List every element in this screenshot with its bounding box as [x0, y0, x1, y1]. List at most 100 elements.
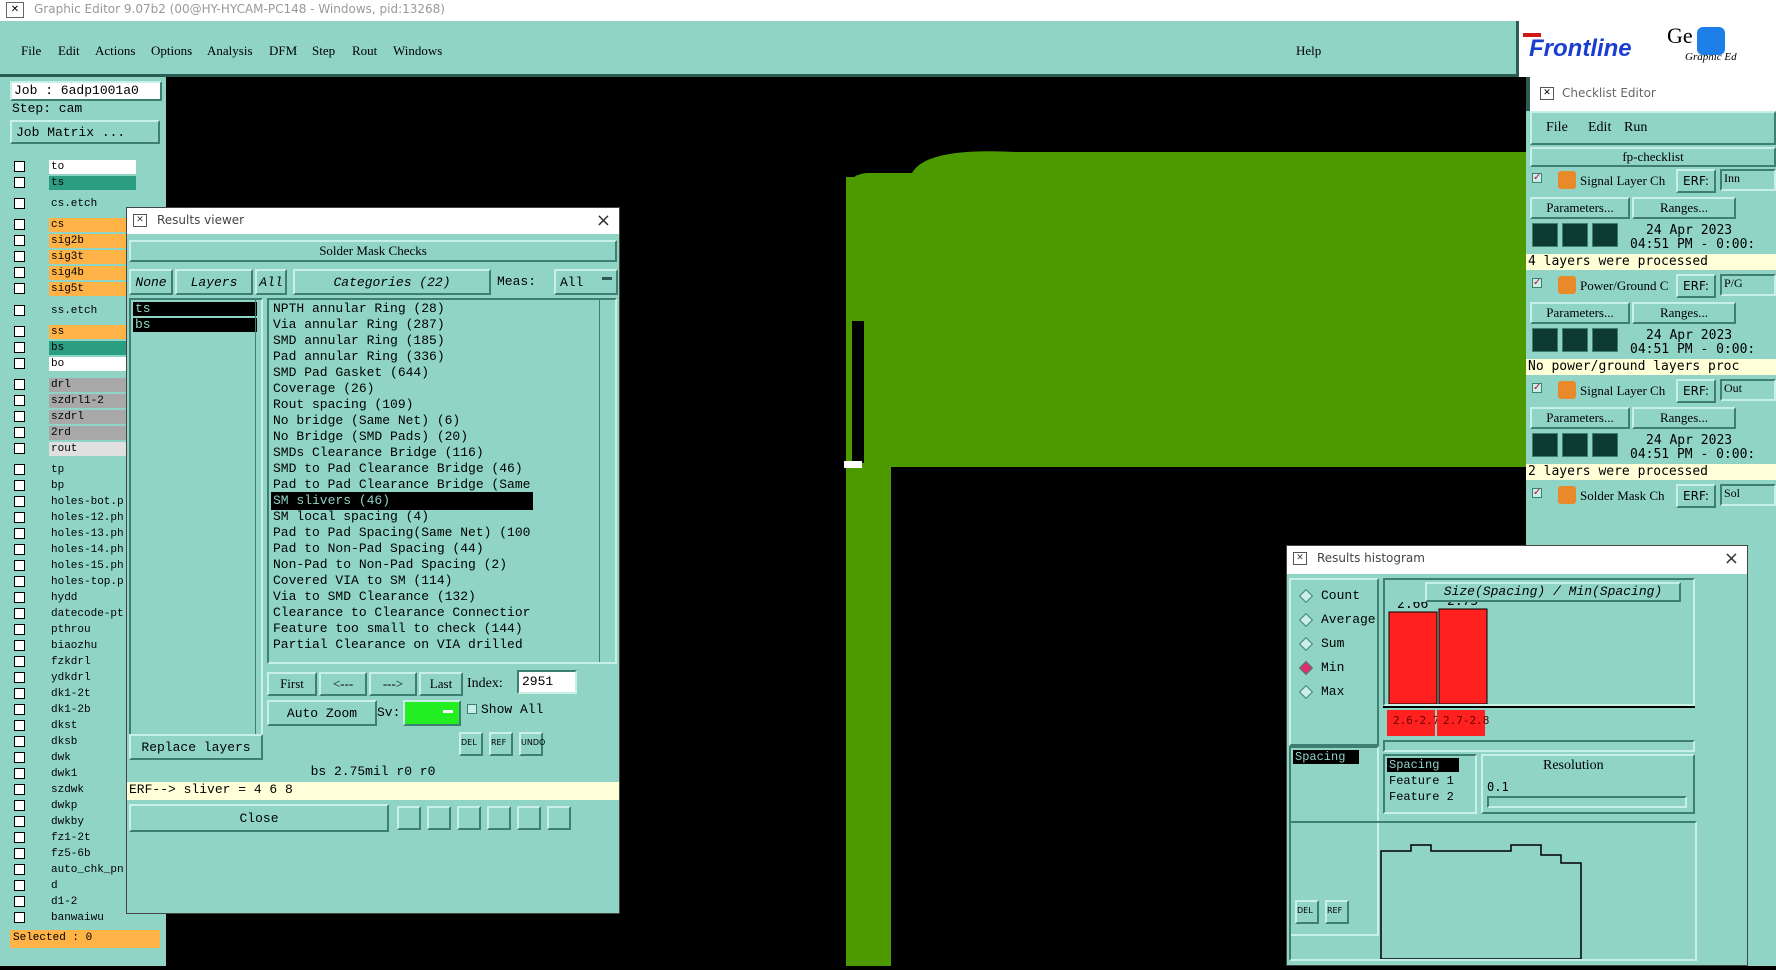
- layer-name[interactable]: cs.etch: [49, 196, 136, 211]
- layer-row[interactable]: auto_chk_pn: [14, 862, 136, 877]
- categories-button[interactable]: Categories (22): [293, 269, 491, 295]
- layer-checkbox[interactable]: [14, 608, 25, 619]
- run-status-icon[interactable]: [1532, 328, 1558, 352]
- layer-checkbox[interactable]: [14, 576, 25, 587]
- layer-item-bs[interactable]: bs: [133, 318, 257, 332]
- layer-checkbox[interactable]: [14, 464, 25, 475]
- radio-sum[interactable]: Sum: [1298, 636, 1344, 651]
- layer-name[interactable]: sig5t: [49, 281, 136, 296]
- categories-scrollbar[interactable]: [599, 300, 613, 662]
- layer-row[interactable]: tp: [14, 462, 136, 477]
- radio-min[interactable]: Min: [1298, 660, 1344, 675]
- layer-name[interactable]: dwkp: [49, 798, 136, 813]
- layer-name[interactable]: dksb: [49, 734, 136, 749]
- layer-checkbox[interactable]: [14, 848, 25, 859]
- layer-row[interactable]: drl: [14, 377, 136, 392]
- layer-name[interactable]: dwk: [49, 750, 136, 765]
- layer-row[interactable]: ss: [14, 324, 136, 339]
- layer-name[interactable]: dwk1: [49, 766, 136, 781]
- run-status-icon[interactable]: [1532, 223, 1558, 247]
- layer-row[interactable]: bo: [14, 356, 136, 371]
- layer-row[interactable]: sig5t: [14, 281, 136, 296]
- layer-row[interactable]: banwaiwu: [14, 910, 136, 925]
- cl-menu-edit[interactable]: Edit: [1588, 120, 1611, 136]
- close-icon[interactable]: ×: [596, 210, 611, 231]
- chart-icon[interactable]: [547, 806, 571, 830]
- layer-name[interactable]: hydd: [49, 590, 136, 605]
- layer-row[interactable]: to: [14, 159, 136, 174]
- layer-row[interactable]: dk1-2t: [14, 686, 136, 701]
- layer-name[interactable]: bs: [49, 340, 136, 355]
- layer-row[interactable]: rout: [14, 441, 136, 456]
- auto-zoom-select[interactable]: Auto Zoom: [267, 700, 377, 726]
- sv-select[interactable]: [403, 700, 461, 726]
- erf-button[interactable]: ERF:: [1676, 379, 1716, 403]
- layer-row[interactable]: dkst: [14, 718, 136, 733]
- layer-row[interactable]: szdwk: [14, 782, 136, 797]
- layer-checkbox[interactable]: [14, 342, 25, 353]
- layer-name[interactable]: ydkdrl: [49, 670, 136, 685]
- menu-edit[interactable]: Edit: [58, 43, 80, 59]
- erf-button[interactable]: ERF:: [1676, 169, 1716, 193]
- field-item-spacing[interactable]: Spacing: [1293, 750, 1359, 764]
- layer-row[interactable]: sig3t: [14, 249, 136, 264]
- feature-list[interactable]: Spacing Feature 1 Feature 2: [1383, 754, 1477, 814]
- layer-name[interactable]: fzkdrl: [49, 654, 136, 669]
- layer-row[interactable]: d1-2: [14, 894, 136, 909]
- layer-name[interactable]: ss: [49, 324, 136, 339]
- resolution-slider[interactable]: [1487, 796, 1687, 808]
- layer-checkbox[interactable]: [14, 784, 25, 795]
- layer-name[interactable]: rout: [49, 441, 136, 456]
- layer-name[interactable]: holes-13.ph: [49, 526, 136, 541]
- parameters-button[interactable]: Parameters...: [1530, 302, 1630, 324]
- layer-row[interactable]: fz1-2t: [14, 830, 136, 845]
- item-label[interactable]: Signal Layer Ch: [1580, 383, 1665, 399]
- layer-name[interactable]: to: [49, 159, 136, 174]
- layer-name[interactable]: dkst: [49, 718, 136, 733]
- layer-name[interactable]: banwaiwu: [49, 910, 136, 925]
- layer-checkbox[interactable]: [14, 800, 25, 811]
- layer-name[interactable]: holes-12.ph: [49, 510, 136, 525]
- close-button[interactable]: Close: [129, 804, 389, 832]
- parameters-button[interactable]: Parameters...: [1530, 197, 1630, 219]
- layer-row[interactable]: holes-15.ph: [14, 558, 136, 573]
- run-status-icon[interactable]: [1562, 223, 1588, 247]
- layer-name[interactable]: sig4b: [49, 265, 136, 280]
- layer-name[interactable]: holes-14.ph: [49, 542, 136, 557]
- feature-item-1[interactable]: Feature 1: [1389, 774, 1454, 788]
- layer-row[interactable]: sig4b: [14, 265, 136, 280]
- toolbar-icon-5[interactable]: [517, 806, 541, 830]
- layer-checkbox[interactable]: [14, 235, 25, 246]
- layer-checkbox[interactable]: [14, 161, 25, 172]
- show-all-checkbox[interactable]: [467, 704, 477, 714]
- layer-checkbox[interactable]: [14, 816, 25, 827]
- layer-row[interactable]: fz5-6b: [14, 846, 136, 861]
- menu-windows[interactable]: Windows: [393, 43, 442, 59]
- histogram-bar[interactable]: [1388, 611, 1438, 704]
- layer-row[interactable]: ts: [14, 175, 136, 190]
- layer-row[interactable]: dwk1: [14, 766, 136, 781]
- item-checkbox[interactable]: ✓: [1532, 278, 1542, 288]
- layer-checkbox[interactable]: [14, 624, 25, 635]
- layer-name[interactable]: ts: [49, 175, 136, 190]
- results-layer-list[interactable]: ts bs: [129, 298, 263, 738]
- meas-select[interactable]: All: [554, 269, 618, 295]
- erf-button[interactable]: ERF:: [1676, 484, 1716, 508]
- erf-value[interactable]: Sol: [1720, 484, 1776, 506]
- layers-button[interactable]: Layers: [175, 269, 253, 295]
- layer-name[interactable]: sig3t: [49, 249, 136, 264]
- layer-row[interactable]: bp: [14, 478, 136, 493]
- toolbar-icon-3[interactable]: [457, 806, 481, 830]
- layer-checkbox[interactable]: [14, 640, 25, 651]
- layer-name[interactable]: pthrou: [49, 622, 136, 637]
- index-input[interactable]: 2951: [517, 670, 577, 694]
- layer-row[interactable]: holes-12.ph: [14, 510, 136, 525]
- layer-row[interactable]: holes-bot.p: [14, 494, 136, 509]
- layer-checkbox[interactable]: [14, 496, 25, 507]
- layer-row[interactable]: dksb: [14, 734, 136, 749]
- run-status-icon[interactable]: [1562, 328, 1588, 352]
- layer-row[interactable]: ydkdrl: [14, 670, 136, 685]
- layer-checkbox[interactable]: [14, 896, 25, 907]
- none-button[interactable]: None: [129, 269, 173, 295]
- layer-name[interactable]: cs: [49, 217, 136, 232]
